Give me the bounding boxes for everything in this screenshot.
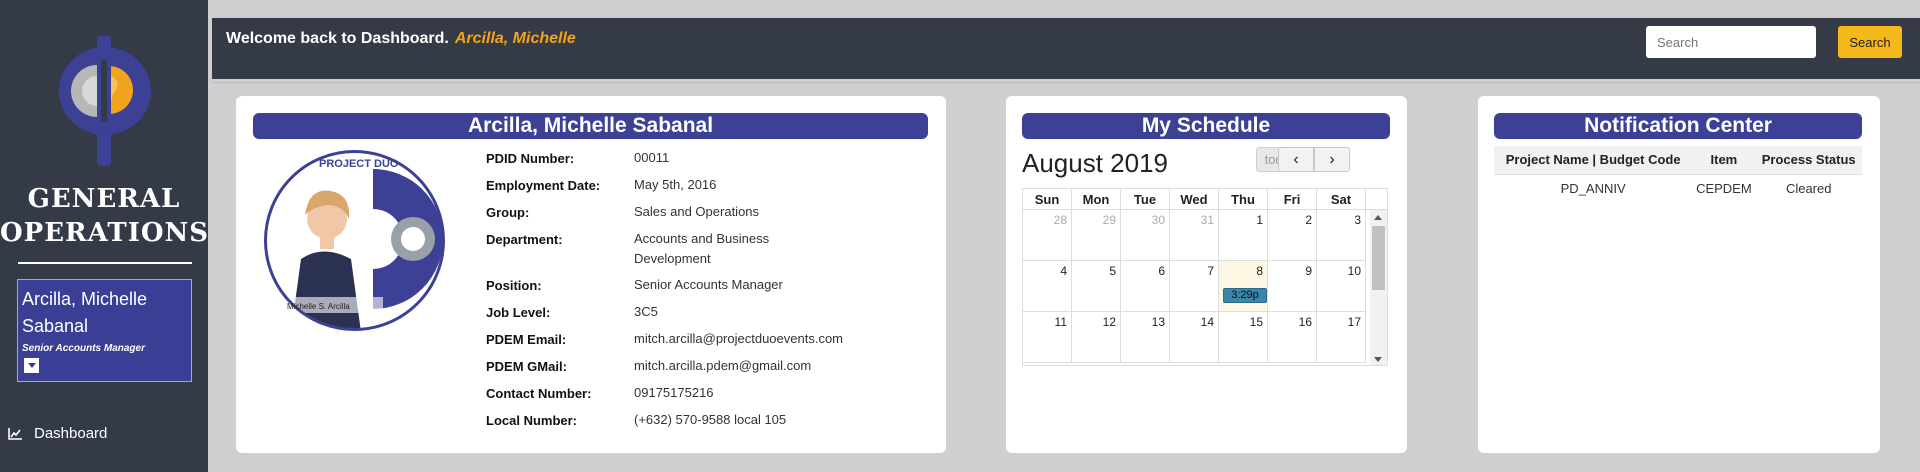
calendar-grid: Sun Mon Tue Wed Thu Fri Sat 28 29 30 31 … [1022, 188, 1388, 366]
weekday-mon: Mon [1072, 189, 1121, 210]
header-divider [212, 82, 1920, 83]
contact-number-value: 09175175216 [634, 385, 714, 400]
sidebar: GENERAL OPERATIONS Arcilla, Michelle Sab… [0, 0, 208, 472]
calendar-month-title: August 2019 [1022, 148, 1169, 178]
cell-item: CEPDEM [1696, 180, 1752, 196]
weekday-fri: Fri [1268, 189, 1317, 210]
pdem-email-value: mitch.arcilla@projectduoevents.com [634, 331, 844, 346]
calendar-day[interactable]: 6 [1121, 261, 1170, 312]
notification-title: Notification Center [1494, 113, 1862, 139]
calendar-day[interactable]: 9 [1268, 261, 1317, 312]
sidebar-item-dashboard[interactable]: Dashboard [8, 425, 107, 442]
weekday-thu: Thu [1219, 189, 1268, 210]
calendar-day[interactable]: 3 [1317, 210, 1366, 261]
pdem-email-label: PDEM Email: [486, 332, 567, 347]
local-number-value: (+632) 570-9588 local 105 [634, 412, 787, 427]
employment-date-value: May 5th, 2016 [634, 177, 717, 192]
calendar-day[interactable]: 13 [1121, 312, 1170, 363]
calendar-day[interactable]: 15 [1219, 312, 1268, 363]
calendar-day-today[interactable]: 8 [1219, 261, 1268, 312]
calendar-day[interactable]: 31 [1170, 210, 1219, 261]
calendar-day[interactable]: 29 [1072, 210, 1121, 261]
table-header-row: Project Name | Budget Code Item Process … [1494, 146, 1862, 175]
cell-project-budget: PD_ANNIV [1560, 180, 1626, 196]
weekday-spacer [1366, 189, 1387, 210]
weekday-sun: Sun [1023, 189, 1072, 210]
pdem-gmail-label: PDEM GMail: [486, 359, 567, 374]
column-process-status: Process Status [1755, 146, 1862, 175]
calendar-day[interactable]: 11 [1023, 312, 1072, 363]
pdid-label: PDID Number: [486, 151, 575, 166]
photo-brand-text: PROJECT DUO [319, 158, 399, 170]
calendar-day[interactable]: 17 [1317, 312, 1366, 363]
company-logo [59, 36, 151, 166]
calendar-day[interactable]: 28 [1023, 210, 1072, 261]
calendar-day[interactable]: 4 [1023, 261, 1072, 312]
calendar-scrollbar[interactable] [1370, 210, 1387, 365]
calendar-day[interactable]: 10 [1317, 261, 1366, 312]
column-item: Item [1692, 146, 1756, 175]
column-project-budget: Project Name | Budget Code [1494, 146, 1693, 175]
chevron-right-icon: › [1329, 150, 1335, 168]
table-row[interactable]: PD_ANNIV CEPDEM Cleared [1494, 174, 1862, 202]
brand-divider [18, 262, 192, 264]
position-value: Senior Accounts Manager [634, 277, 783, 292]
contact-number-label: Contact Number: [486, 386, 592, 401]
schedule-card: My Schedule August 2019 today ‹ › Sun Mo… [1006, 96, 1407, 453]
calendar-day[interactable]: 2 [1268, 210, 1317, 261]
calendar-day[interactable]: 12 [1072, 312, 1121, 363]
calendar-event[interactable]: 3:29p [1223, 288, 1267, 303]
pdid-value: 00011 [634, 150, 670, 165]
position-label: Position: [486, 278, 542, 293]
top-bar: Welcome back to Dashboard. Arcilla, Miche… [212, 18, 1920, 79]
schedule-title: My Schedule [1022, 113, 1390, 139]
welcome-text: Welcome back to Dashboard. [226, 30, 449, 47]
pdem-gmail-value: mitch.arcilla.pdem@gmail.com [634, 358, 812, 373]
department-label: Department: [486, 232, 563, 247]
calendar-day[interactable]: 5 [1072, 261, 1121, 312]
scrollbar-thumb[interactable] [1372, 226, 1385, 290]
user-card: Arcilla, Michelle Sabanal Senior Account… [17, 279, 192, 382]
brand-title: GENERAL OPERATIONS [0, 182, 208, 250]
sidebar-item-label: Dashboard [34, 425, 108, 442]
calendar-prev-button[interactable]: ‹ [1278, 147, 1314, 172]
local-number-label: Local Number: [486, 413, 578, 428]
calendar-day[interactable]: 30 [1121, 210, 1170, 261]
department-value: Accounts and Business Development [634, 231, 770, 266]
user-name: Arcilla, Michelle Sabanal [22, 289, 148, 336]
photo-caption: Michelle S. Arcilla [287, 302, 350, 311]
search-input[interactable] [1646, 26, 1816, 58]
profile-card: Arcilla, Michelle Sabanal PROJECT DUO Mi… [236, 96, 946, 453]
calendar-day[interactable]: 14 [1170, 312, 1219, 363]
welcome-message: Welcome back to Dashboard. Arcilla, Miche… [226, 30, 576, 48]
group-label: Group: [486, 205, 530, 220]
brand-line-2: OPERATIONS [0, 218, 210, 248]
profile-photo: PROJECT DUO Michelle S. Arcilla [264, 150, 445, 331]
scroll-down-arrow-icon[interactable] [1374, 357, 1382, 362]
calendar-next-button[interactable]: › [1314, 147, 1350, 172]
brand-line-1: GENERAL [27, 184, 181, 214]
job-level-value: 3C5 [634, 304, 658, 319]
user-position: Senior Accounts Manager [22, 343, 145, 354]
job-level-label: Job Level: [486, 305, 551, 320]
weekday-sat: Sat [1317, 189, 1366, 210]
scroll-up-arrow-icon[interactable] [1374, 215, 1382, 220]
weekday-wed: Wed [1170, 189, 1219, 210]
calendar-day[interactable]: 7 [1170, 261, 1219, 312]
employment-date-label: Employment Date: [486, 178, 601, 193]
search-button[interactable]: Search [1838, 26, 1902, 58]
profile-title: Arcilla, Michelle Sabanal [253, 113, 928, 139]
user-menu-toggle[interactable] [24, 358, 39, 373]
welcome-user-name: Arcilla, Michelle [454, 30, 576, 47]
notification-card: Notification Center Project Name | Budge… [1478, 96, 1880, 453]
cell-process-status: Cleared [1785, 180, 1832, 196]
notification-table: Project Name | Budget Code Item Process … [1494, 146, 1862, 202]
weekday-tue: Tue [1121, 189, 1170, 210]
calendar-day[interactable]: 1 [1219, 210, 1268, 261]
calendar-day[interactable]: 16 [1268, 312, 1317, 363]
caret-down-icon [27, 363, 36, 368]
line-chart-icon [8, 427, 22, 440]
chevron-left-icon: ‹ [1293, 150, 1299, 168]
group-value: Sales and Operations [634, 204, 760, 219]
